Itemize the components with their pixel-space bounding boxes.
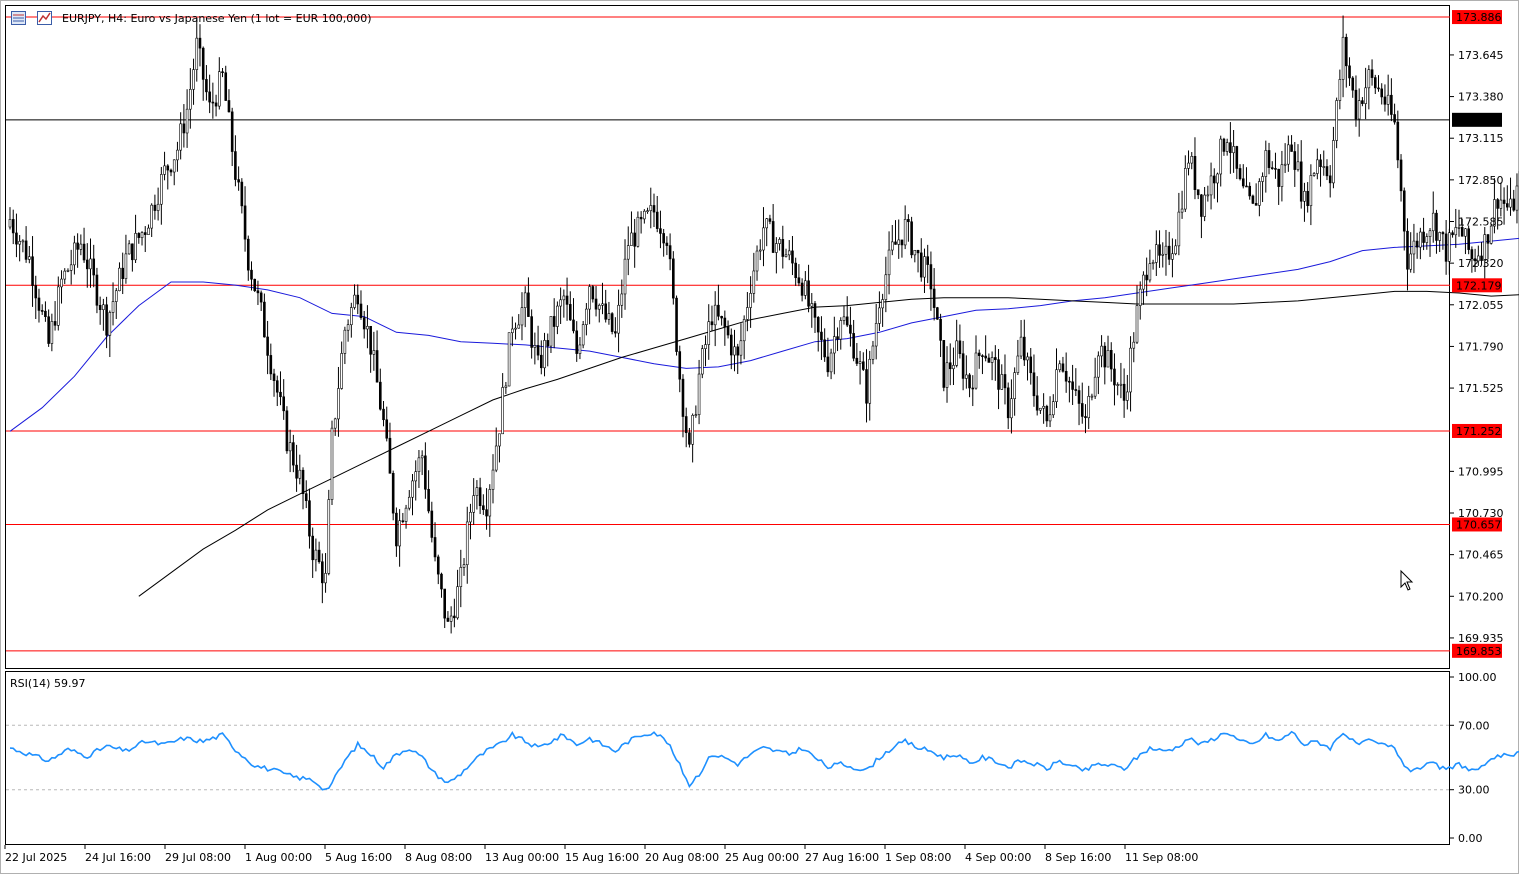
time-tick-label: 8 Aug 08:00 <box>405 851 472 864</box>
rsi-title: RSI(14) 59.97 <box>10 677 85 690</box>
chart-canvas[interactable]: 173.645 173.380 173.115 172.850 172.585 172.3… <box>0 0 1519 874</box>
time-tick-label: 22 Jul 2025 <box>5 851 67 864</box>
candle <box>507 332 511 387</box>
candle <box>700 344 704 379</box>
svg-text:170.657: 170.657 <box>1456 518 1502 531</box>
candle <box>285 406 289 454</box>
rsi-tick-label: 0.00 <box>1458 832 1483 845</box>
svg-text:171.252: 171.252 <box>1456 425 1502 438</box>
level-price-badge: 170.657 <box>1452 517 1502 532</box>
time-tick-label: 15 Aug 16:00 <box>565 851 639 864</box>
price-tick-label: 170.995 <box>1458 465 1504 478</box>
svg-text:172.179: 172.179 <box>1456 279 1502 292</box>
candle <box>391 470 395 521</box>
rsi-tick-label: 100.00 <box>1458 671 1497 684</box>
rsi-tick-label: 70.00 <box>1458 719 1490 732</box>
time-tick-label: 8 Sep 16:00 <box>1045 851 1111 864</box>
svg-text:173.232: 173.232 <box>1456 114 1502 127</box>
price-tick-label: 170.465 <box>1458 549 1504 562</box>
time-tick-label: 25 Aug 00:00 <box>725 851 799 864</box>
candle <box>253 278 257 293</box>
time-tick-label: 1 Aug 00:00 <box>245 851 312 864</box>
svg-text:173.886: 173.886 <box>1456 11 1502 24</box>
candle <box>581 320 585 349</box>
chart-list-icon[interactable] <box>11 11 26 25</box>
time-tick-label: 20 Aug 08:00 <box>645 851 719 864</box>
candle <box>910 216 913 259</box>
candle <box>672 251 675 305</box>
price-tick-label: 173.380 <box>1458 91 1504 104</box>
candle <box>327 489 331 576</box>
price-tick-label: 171.525 <box>1458 382 1504 395</box>
candle <box>330 420 334 506</box>
price-tick-label: 172.055 <box>1458 299 1504 312</box>
price-tick-label: 173.645 <box>1458 49 1504 62</box>
level-price-badge: 173.886 <box>1452 10 1502 25</box>
time-tick-label: 4 Sep 00:00 <box>965 851 1031 864</box>
time-tick-label: 27 Aug 16:00 <box>805 851 879 864</box>
level-price-badge: 169.853 <box>1452 643 1502 658</box>
rsi-tick-label: 30.00 <box>1458 784 1490 797</box>
candle <box>1251 194 1255 205</box>
time-tick-label: 13 Aug 00:00 <box>485 851 559 864</box>
candle <box>1335 97 1338 149</box>
candle <box>610 312 614 335</box>
candle <box>936 306 939 320</box>
price-tick-label: 172.850 <box>1458 174 1504 187</box>
time-tick-label: 29 Jul 08:00 <box>165 851 231 864</box>
price-axis: 173.645 173.380 173.115 172.850 172.585 172.3… <box>1450 49 1504 645</box>
svg-text:169.853: 169.853 <box>1456 645 1502 658</box>
time-tick-label: 1 Sep 08:00 <box>885 851 951 864</box>
price-pane[interactable] <box>5 5 1450 669</box>
candle <box>675 295 678 356</box>
price-tick-label: 169.935 <box>1458 632 1504 645</box>
price-tick-label: 172.585 <box>1458 216 1504 229</box>
time-tick-label: 24 Jul 16:00 <box>85 851 151 864</box>
candle <box>942 340 946 392</box>
price-tick-label: 173.115 <box>1458 132 1504 145</box>
symbol-title: EURJPY, H4: Euro vs Japanese Yen (1 lot … <box>62 12 372 25</box>
current-price-badge: 173.232 <box>1452 112 1502 127</box>
trading-chart-window: 173.645 173.380 173.115 172.850 172.585 172.3… <box>0 0 1519 874</box>
header-bar: EURJPY, H4: Euro vs Japanese Yen (1 lot … <box>11 11 372 25</box>
chart-window-icon[interactable] <box>37 11 52 25</box>
level-price-badge: 171.252 <box>1452 423 1502 438</box>
time-tick-label: 5 Aug 16:00 <box>325 851 392 864</box>
price-tick-label: 172.320 <box>1458 257 1504 270</box>
level-price-badge: 172.179 <box>1452 278 1502 293</box>
time-tick-label: 11 Sep 08:00 <box>1125 851 1198 864</box>
price-tick-label: 170.200 <box>1458 590 1504 603</box>
price-tick-label: 171.790 <box>1458 340 1504 353</box>
